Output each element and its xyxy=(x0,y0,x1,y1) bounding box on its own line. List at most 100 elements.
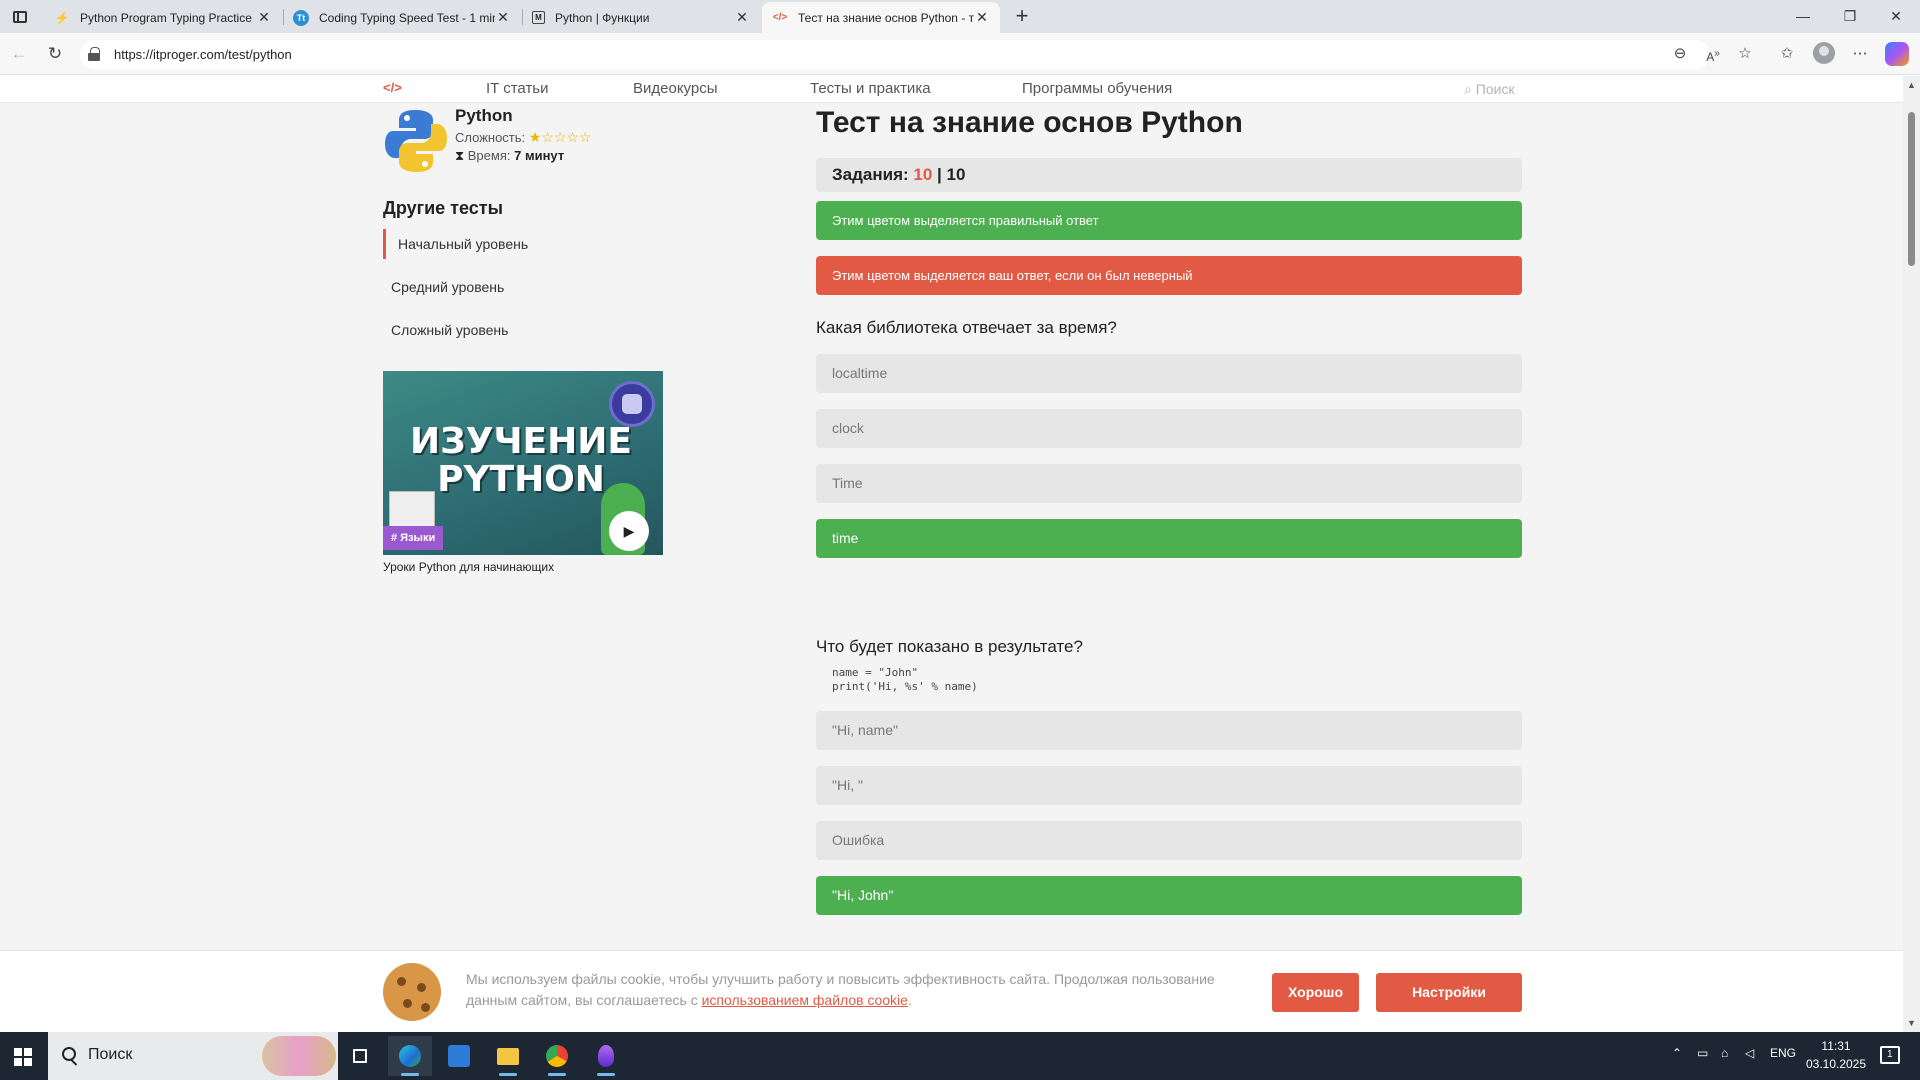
notification-count: 1 xyxy=(1887,1049,1893,1060)
back-arrow-icon[interactable]: ← xyxy=(7,42,31,66)
app-taskbar-icon[interactable] xyxy=(584,1036,628,1076)
tasks-total: 10 xyxy=(946,165,966,184)
answer-option[interactable]: Ошибка xyxy=(816,821,1522,860)
close-icon[interactable]: ✕ xyxy=(974,9,990,26)
cookie-ok-button[interactable]: Хорошо xyxy=(1272,973,1359,1012)
more-menu-icon[interactable]: ⋯ xyxy=(1848,42,1872,66)
cookie-settings-button[interactable]: Настройки xyxy=(1376,973,1522,1012)
video-course-card[interactable]: ИЗУЧЕНИЕ PYTHON ▶ # Языки xyxy=(383,371,663,555)
nav-link-articles[interactable]: IT статьи xyxy=(486,80,549,97)
site-header: </> IT статьи Видеокурсы Тесты и практик… xyxy=(0,76,1903,103)
tab-title: Python Program Typing Practice | xyxy=(80,10,256,25)
url-field[interactable]: https://itproger.com/test/python xyxy=(80,40,1710,69)
code-line: print('Hi, %s' % name) xyxy=(832,680,978,693)
star-rating-icon: ★☆☆☆☆ xyxy=(528,129,592,145)
test-level-link-intermediate[interactable]: Средний уровень xyxy=(391,272,671,302)
task-view-icon[interactable] xyxy=(338,1036,382,1076)
browser-tab[interactable]: ⚡ Python Program Typing Practice | ✕ xyxy=(44,2,282,33)
answer-option-correct[interactable]: "Hi, John" xyxy=(816,876,1522,915)
scroll-down-icon[interactable]: ▼ xyxy=(1903,1016,1920,1030)
nav-link-tests[interactable]: Тесты и практика xyxy=(810,80,931,97)
question-text: Что будет показано в результате? xyxy=(816,637,1083,656)
test-level-link-advanced[interactable]: Сложный уровень xyxy=(391,315,671,345)
favorite-star-icon[interactable]: ☆ xyxy=(1733,42,1757,66)
new-tab-button[interactable]: + xyxy=(1008,3,1036,31)
cookie-text: Мы используем файлы cookie, чтобы улучши… xyxy=(466,969,1226,1011)
clock-date[interactable]: 03.10.2025 xyxy=(1804,1057,1868,1071)
network-icon[interactable]: ⌂ xyxy=(1721,1046,1728,1060)
close-window-button[interactable]: ✕ xyxy=(1873,0,1919,33)
video-overlay-title: ИЗУЧЕНИЕ PYTHON xyxy=(410,421,632,500)
tasks-counter: Задания: 10 | 10 xyxy=(816,158,1522,192)
browser-tab[interactable]: M Python | Функции ✕ xyxy=(522,2,760,33)
search-highlight-image[interactable] xyxy=(262,1036,336,1076)
close-icon[interactable]: ✕ xyxy=(734,9,750,26)
clock-time[interactable]: 11:31 xyxy=(1804,1039,1868,1053)
page-viewport: </> IT статьи Видеокурсы Тесты и практик… xyxy=(0,76,1903,1032)
nav-link-programs[interactable]: Программы обучения xyxy=(1022,80,1172,97)
url-text[interactable]: https://itproger.com/test/python xyxy=(114,47,292,62)
bolt-icon: ⚡ xyxy=(54,10,70,25)
course-title: Python xyxy=(455,106,513,125)
read-aloud-icon[interactable]: A» xyxy=(1701,42,1725,66)
hourglass-icon: ⧗ xyxy=(455,148,465,163)
scroll-thumb[interactable] xyxy=(1908,112,1915,266)
test-level-link-beginner[interactable]: Начальный уровень xyxy=(383,229,663,259)
video-tag[interactable]: # Языки xyxy=(383,526,444,550)
store-taskbar-icon[interactable] xyxy=(437,1036,481,1076)
answer-option[interactable]: clock xyxy=(816,409,1522,448)
copilot-icon[interactable] xyxy=(1885,42,1909,66)
browser-tab-active[interactable]: </> Тест на знание основ Python - те ✕ xyxy=(762,2,1000,33)
answer-option[interactable]: Time xyxy=(816,464,1522,503)
chrome-taskbar-icon[interactable] xyxy=(535,1036,579,1076)
legend-correct: Этим цветом выделяется правильный ответ xyxy=(816,201,1522,240)
language-indicator[interactable]: ENG xyxy=(1770,1046,1796,1060)
python-logo-icon xyxy=(385,110,447,172)
search-placeholder: Поиск xyxy=(1475,81,1515,97)
tab-title: Coding Typing Speed Test - 1 min xyxy=(319,10,495,25)
question-text: Какая библиотека отвечает за время? xyxy=(816,318,1117,337)
zoom-icon[interactable]: ⊖ xyxy=(1668,42,1692,66)
cookie-policy-link[interactable]: использованием файлов cookie xyxy=(702,992,908,1008)
minimize-button[interactable]: — xyxy=(1780,0,1826,33)
refresh-icon[interactable]: ↻ xyxy=(43,42,67,66)
play-icon[interactable]: ▶ xyxy=(609,511,649,551)
page-scrollbar[interactable]: ▲ ▼ xyxy=(1903,76,1920,1032)
close-icon[interactable]: ✕ xyxy=(256,9,272,26)
answer-option[interactable]: "Hi, " xyxy=(816,766,1522,805)
tasks-done: 10 xyxy=(913,165,933,184)
profile-avatar[interactable] xyxy=(1813,42,1835,64)
chevron-up-icon[interactable]: ⌃ xyxy=(1672,1046,1682,1060)
answer-option[interactable]: "Hi, name" xyxy=(816,711,1522,750)
difficulty-label: Сложность: xyxy=(455,130,526,145)
scroll-up-icon[interactable]: ▲ xyxy=(1903,78,1920,92)
close-icon[interactable]: ✕ xyxy=(495,9,511,26)
course-difficulty: Сложность: ★☆☆☆☆ xyxy=(455,129,592,146)
edge-taskbar-icon[interactable] xyxy=(388,1036,432,1076)
browser-tab[interactable]: Tt Coding Typing Speed Test - 1 min ✕ xyxy=(283,2,521,33)
cookie-banner: Мы используем файлы cookie, чтобы улучши… xyxy=(0,950,1903,1032)
lock-icon[interactable] xyxy=(88,47,100,61)
site-search-input[interactable]: ⌕ Поиск xyxy=(1464,81,1515,98)
notification-center-icon[interactable]: 1 xyxy=(1880,1046,1900,1064)
site-logo[interactable]: </> xyxy=(383,80,402,95)
favorites-list-icon[interactable]: ✩ xyxy=(1775,42,1799,66)
search-icon xyxy=(62,1047,76,1061)
answer-option[interactable]: localtime xyxy=(816,354,1522,393)
time-value: 7 минут xyxy=(514,148,565,163)
video-caption[interactable]: Уроки Python для начинающих xyxy=(383,560,554,574)
restore-button[interactable]: ❐ xyxy=(1827,0,1873,33)
code-icon: </> xyxy=(772,12,788,23)
test-title: Тест на знание основ Python xyxy=(816,106,1243,139)
meet-now-icon[interactable]: ▭ xyxy=(1697,1046,1708,1060)
tab-title: Тест на знание основ Python - те xyxy=(798,10,974,25)
tab-actions-icon[interactable] xyxy=(8,6,30,28)
code-line: name = "John" xyxy=(832,666,919,679)
file-explorer-taskbar-icon[interactable] xyxy=(486,1036,530,1076)
volume-icon[interactable]: ◁ xyxy=(1745,1046,1754,1060)
search-icon: ⌕ xyxy=(1464,81,1472,97)
windows-start-icon[interactable] xyxy=(14,1048,32,1066)
answer-option-correct[interactable]: time xyxy=(816,519,1522,558)
cookie-text-end: . xyxy=(907,992,912,1008)
nav-link-videocourses[interactable]: Видеокурсы xyxy=(633,80,718,97)
